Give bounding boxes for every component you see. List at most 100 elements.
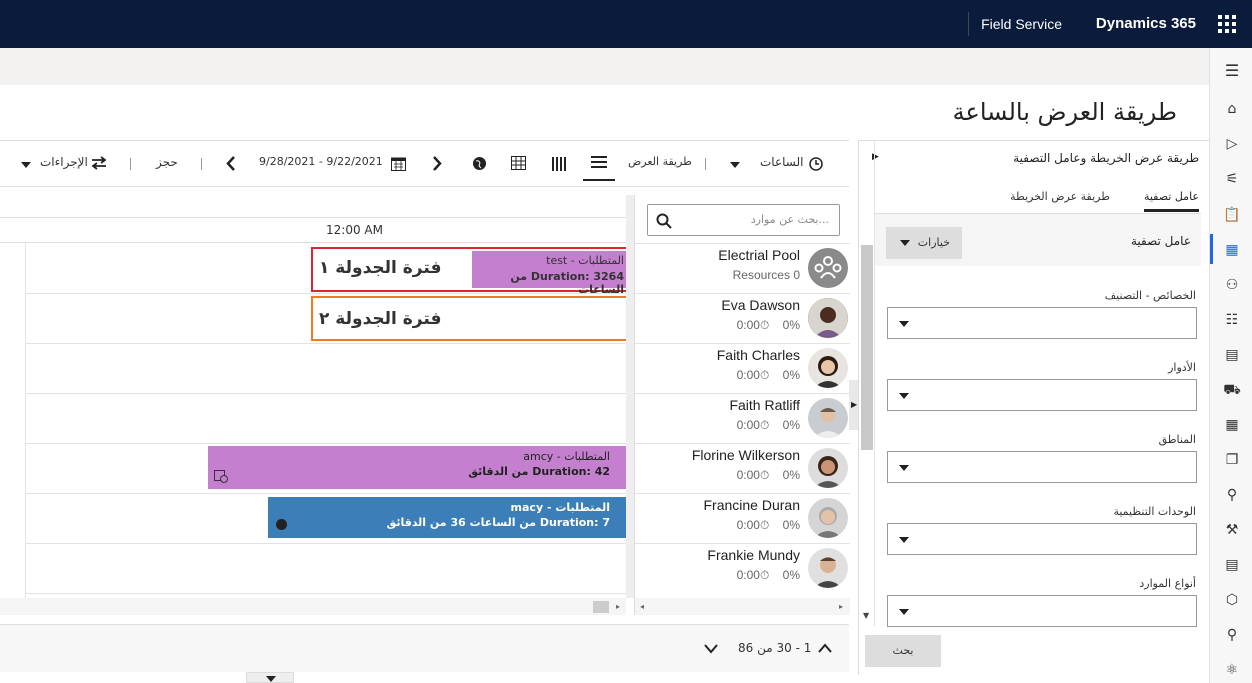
tab-map-view[interactable]: طريقة عرض الخريطة xyxy=(1010,190,1110,203)
resource-time: 0:00 xyxy=(736,368,760,382)
schedule-slot-2-label: فترة الجدولة ٢ xyxy=(319,309,442,329)
scroll-thumb[interactable] xyxy=(861,245,873,450)
territories-select[interactable] xyxy=(887,451,1197,483)
chevron-down-icon[interactable] xyxy=(730,162,740,168)
list-view-button[interactable] xyxy=(583,151,615,181)
chevron-down-icon[interactable] xyxy=(704,644,718,654)
id-card-icon[interactable]: ▤ xyxy=(1223,346,1241,364)
calendar-picker-icon[interactable] xyxy=(391,156,406,171)
home-icon[interactable]: ⌂ xyxy=(1223,100,1241,118)
panel-splitter[interactable]: ▶ xyxy=(849,380,858,430)
timeline-header-spacer xyxy=(0,195,626,217)
tab-filter[interactable]: عامل تصفية xyxy=(1143,190,1199,212)
book-button[interactable]: حجز xyxy=(156,155,178,169)
resource-row[interactable]: Francine Duran 0:00⏱ 0% xyxy=(635,493,850,543)
expand-icon[interactable]: ▶ xyxy=(851,400,857,409)
vertical-scrollbar[interactable] xyxy=(626,195,634,598)
resource-row[interactable]: Faith Ratliff 0:00⏱ 0% xyxy=(635,393,850,443)
resource-name: Electrial Pool xyxy=(718,247,800,263)
resource-stats: 0:00⏱ 0% xyxy=(736,318,800,332)
search-button[interactable]: بحث xyxy=(865,635,941,667)
swap-icon[interactable] xyxy=(91,156,107,170)
chevron-down-icon[interactable] xyxy=(21,162,31,168)
options-label: خيارات xyxy=(917,236,950,249)
chevron-down-icon[interactable] xyxy=(266,676,276,682)
schedule-icon[interactable]: ▦ xyxy=(1223,416,1241,434)
resource-row[interactable]: Frankie Mundy 0:00⏱ 0% xyxy=(635,543,850,593)
status-dot xyxy=(276,519,287,530)
brand-name[interactable]: Dynamics 365 xyxy=(1096,15,1196,32)
resource-types-select[interactable] xyxy=(887,595,1197,627)
network-icon[interactable]: ⚛ xyxy=(1223,661,1241,679)
resource-search-input[interactable]: بحث عن موارد... xyxy=(647,204,840,236)
active-indicator xyxy=(1210,234,1213,264)
resource-name: Faith Charles xyxy=(716,347,800,363)
resource-row[interactable]: Electrial Pool Resources 0 xyxy=(635,243,850,293)
globe-icon[interactable] xyxy=(472,156,487,171)
horizontal-scrollbar[interactable]: ◂ ▸ xyxy=(635,598,850,615)
document-icon[interactable]: ❐ xyxy=(1223,451,1241,469)
hamburger-icon[interactable]: ☰ xyxy=(1223,62,1241,80)
page-title: طريقة العرض بالساعة xyxy=(952,98,1177,126)
options-button[interactable]: خيارات xyxy=(886,227,962,259)
resource-row[interactable]: Florine Wilkerson 0:00⏱ 0% xyxy=(635,443,850,493)
resource-name: Frankie Mundy xyxy=(707,547,800,563)
booking-test[interactable]: المتطلبات - test Duration: 3264 من الساع… xyxy=(472,251,627,296)
people-icon[interactable]: ⚇ xyxy=(1223,276,1241,294)
resource-stats: 0:00⏱ 0% xyxy=(736,368,800,382)
scroll-right-icon[interactable]: ▸ xyxy=(616,602,620,611)
scroll-right-icon[interactable]: ▸ xyxy=(839,602,843,611)
columns-view-icon[interactable] xyxy=(552,157,566,171)
package-icon[interactable]: ⬡ xyxy=(1223,591,1241,609)
booking-macy[interactable]: المتطلبات - macy Duration: 7 من الساعات … xyxy=(268,497,626,538)
avatar xyxy=(808,348,848,388)
app-name[interactable]: Field Service xyxy=(981,16,1062,32)
truck-icon[interactable]: ⛟ xyxy=(1223,381,1241,399)
clipboard-icon[interactable]: 📋 xyxy=(1223,206,1241,224)
report-icon[interactable]: ▤ xyxy=(1223,556,1241,574)
command-bar xyxy=(0,48,1209,85)
panel-scrollbar[interactable]: ▼ xyxy=(859,141,875,626)
list-icon[interactable]: ☷ xyxy=(1223,311,1241,329)
scroll-thumb[interactable] xyxy=(593,601,609,613)
search-placeholder: بحث عن موارد... xyxy=(750,213,829,226)
chevron-left-icon[interactable] xyxy=(226,156,236,171)
schedule-slot-2-callout[interactable]: فترة الجدولة ٢ xyxy=(311,296,629,341)
characteristics-select[interactable] xyxy=(887,307,1197,339)
avatar xyxy=(808,298,848,338)
hierarchy-icon[interactable]: ⚟ xyxy=(1223,170,1241,188)
resource-row[interactable]: Faith Charles 0:00⏱ 0% xyxy=(635,343,850,393)
filter-panel: ▶ طريقة عرض الخريطة وعامل التصفية عامل ت… xyxy=(858,140,1209,675)
app-launcher-icon[interactable] xyxy=(1218,15,1236,33)
scroll-down-icon[interactable]: ▼ xyxy=(863,611,869,620)
resource-row[interactable]: Eva Dawson 0:00⏱ 0% xyxy=(635,293,850,343)
chevron-up-icon[interactable] xyxy=(818,643,832,653)
avatar xyxy=(808,548,848,588)
row-divider xyxy=(26,443,626,444)
calendar-icon[interactable]: ▦ xyxy=(1223,241,1241,259)
field-label: الخصائص - التصنيف xyxy=(1104,289,1196,302)
org-units-select[interactable] xyxy=(887,523,1197,555)
booking-amcy[interactable]: المتطلبات - amcy Duration: 42 من الدقائق xyxy=(208,446,626,489)
person-icon[interactable]: ⚲ xyxy=(1223,486,1241,504)
location-icon[interactable]: ⚲ xyxy=(1223,626,1241,644)
horizontal-scrollbar[interactable]: ▸ xyxy=(0,598,626,615)
resource-stats: 0:00⏱ 0% xyxy=(736,568,800,582)
chevron-down-icon xyxy=(899,321,909,327)
hours-dropdown[interactable]: الساعات xyxy=(760,155,803,169)
wrench-icon[interactable]: ⚒ xyxy=(1223,521,1241,539)
resource-percent: 0% xyxy=(782,468,800,482)
search-icon[interactable] xyxy=(656,213,672,229)
date-range[interactable]: 9/28/2021 - 9/22/2021 xyxy=(259,155,383,168)
panel-collapse-handle[interactable] xyxy=(246,672,294,683)
play-icon[interactable]: ▷ xyxy=(1223,135,1241,153)
actions-menu[interactable]: الإجراءات xyxy=(40,155,88,169)
scroll-left-icon[interactable]: ◂ xyxy=(640,602,644,611)
grid-view-icon[interactable] xyxy=(511,156,526,170)
booking-title: المتطلبات - amcy xyxy=(523,450,610,463)
field-label: أنواع الموارد xyxy=(1139,577,1196,590)
chevron-down-icon xyxy=(899,609,909,615)
chevron-right-icon[interactable] xyxy=(432,156,442,171)
schedule-slot-1-callout[interactable]: المتطلبات - test Duration: 3264 من الساع… xyxy=(311,247,629,296)
roles-select[interactable] xyxy=(887,379,1197,411)
